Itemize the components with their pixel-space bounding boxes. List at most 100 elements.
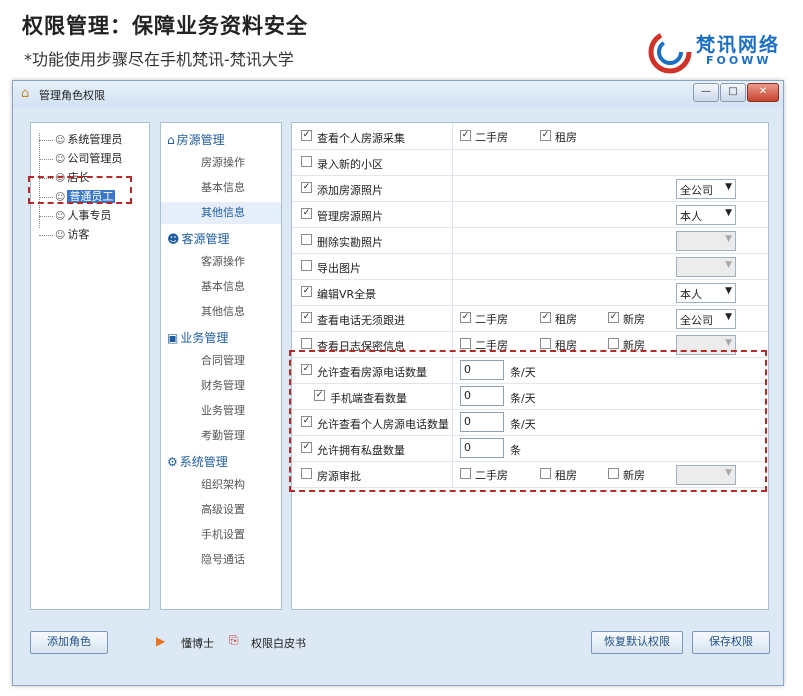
module-item[interactable]: 合同管理: [161, 350, 281, 372]
user-icon: ☺: [55, 154, 66, 165]
title-bar[interactable]: ⌂ 管理角色权限 — □ ✕: [13, 81, 783, 107]
option-checkbox[interactable]: [608, 338, 619, 349]
scope-select-value: 全公司: [680, 314, 713, 327]
tree-connector: [39, 215, 53, 217]
permission-checkbox[interactable]: ✓: [301, 208, 312, 219]
permission-row: ✓ 管理房源照片 本人 ▼: [292, 201, 768, 228]
minimize-button[interactable]: —: [693, 83, 719, 102]
chevron-down-icon: ▼: [725, 260, 732, 270]
option-label: 租房: [555, 131, 577, 144]
module-heading-label: 系统管理: [179, 455, 228, 469]
scope-select[interactable]: 全公司 ▼: [676, 309, 736, 329]
permission-checkbox[interactable]: [301, 156, 312, 167]
option-checkbox[interactable]: ✓: [540, 312, 551, 323]
banner-title: 权限管理：保障业务资料安全: [22, 14, 308, 38]
module-item[interactable]: 其他信息: [161, 301, 281, 323]
maximize-button[interactable]: □: [720, 83, 746, 102]
permission-row: ✓ 添加房源照片 全公司 ▼: [292, 175, 768, 202]
module-item[interactable]: 考勤管理: [161, 425, 281, 447]
window-title: 管理角色权限: [39, 89, 105, 102]
option-checkbox[interactable]: ✓: [460, 130, 471, 141]
module-item[interactable]: 组织架构: [161, 474, 281, 496]
scope-select-value: 本人: [680, 288, 702, 301]
whitepaper-link[interactable]: 权限白皮书: [251, 635, 306, 651]
tree-connector: [39, 158, 53, 160]
module-item[interactable]: 业务管理: [161, 400, 281, 422]
chevron-down-icon: ▼: [725, 234, 732, 244]
banner-subtitle: *功能使用步骤尽在手机梵讯-梵讯大学: [24, 50, 294, 69]
module-item[interactable]: 基本信息: [161, 276, 281, 298]
permission-checkbox[interactable]: ✓: [301, 182, 312, 193]
option-checkbox[interactable]: ✓: [460, 312, 471, 323]
logo-text-en: FOOWW: [706, 54, 772, 67]
option-checkbox[interactable]: [460, 338, 471, 349]
option-checkbox[interactable]: ✓: [608, 312, 619, 323]
banner: 权限管理：保障业务资料安全 *功能使用步骤尽在手机梵讯-梵讯大学 梵讯网络 FO…: [0, 0, 803, 78]
module-item[interactable]: 其他信息: [161, 202, 281, 224]
logo-mark-icon: [648, 30, 692, 74]
permission-label: 查看个人房源采集: [317, 132, 405, 145]
permission-label: 导出图片: [317, 262, 361, 275]
briefcase-icon: ▣: [167, 331, 179, 345]
video-icon: ▶: [156, 634, 166, 648]
close-button[interactable]: ✕: [747, 83, 779, 102]
permission-checkbox[interactable]: [301, 234, 312, 245]
role-label: 公司管理员: [67, 152, 123, 165]
permission-row: ✓ 查看电话无须跟进 ✓ 二手房 ✓ 租房 ✓ 新房 全公司 ▼: [292, 305, 768, 332]
permission-checkbox[interactable]: [301, 260, 312, 271]
person-icon: ☻: [167, 232, 180, 246]
permission-checkbox[interactable]: ✓: [301, 286, 312, 297]
scope-select-value: 全公司: [680, 184, 713, 197]
tree-connector: [39, 234, 53, 236]
permission-label: 录入新的小区: [317, 158, 383, 171]
tree-connector: [39, 139, 53, 141]
permission-checkbox[interactable]: ✓: [301, 130, 312, 141]
option-checkbox[interactable]: ✓: [540, 130, 551, 141]
chevron-down-icon: ▼: [725, 286, 732, 296]
home-icon: ⌂: [21, 86, 30, 101]
module-heading[interactable]: ☻ 客源管理: [167, 230, 230, 247]
permission-checkbox[interactable]: [301, 338, 312, 349]
role-item[interactable]: ☺ 系统管理员: [39, 131, 122, 148]
module-heading[interactable]: ▣ 业务管理: [167, 329, 228, 346]
module-item[interactable]: 财务管理: [161, 375, 281, 397]
option-label: 二手房: [475, 131, 508, 144]
module-heading[interactable]: ⌂ 房源管理: [167, 131, 225, 148]
restore-default-button[interactable]: 恢复默认权限: [591, 631, 683, 654]
brand-logo: 梵讯网络 FOOWW: [648, 28, 798, 74]
module-item[interactable]: 房源操作: [161, 152, 281, 174]
scope-select: ▼: [676, 257, 736, 277]
scope-select[interactable]: 本人 ▼: [676, 283, 736, 303]
module-item[interactable]: 手机设置: [161, 524, 281, 546]
module-heading[interactable]: ⚙ 系统管理: [167, 453, 228, 470]
role-label: 访客: [67, 228, 90, 241]
chevron-down-icon: ▼: [725, 208, 732, 218]
house-icon: ⌂: [167, 133, 175, 147]
save-permission-button[interactable]: 保存权限: [692, 631, 770, 654]
module-item[interactable]: 隐号通话: [161, 549, 281, 571]
gear-icon: ⚙: [167, 455, 178, 469]
user-icon: ☺: [55, 135, 66, 146]
permission-label: 删除实勘照片: [317, 236, 383, 249]
permission-label: 编辑VR全景: [317, 288, 377, 301]
module-heading-label: 房源管理: [176, 133, 225, 147]
permission-label: 查看电话无须跟进: [317, 314, 405, 327]
pdf-icon: ⎘: [229, 633, 239, 647]
option-label: 新房: [623, 313, 645, 326]
option-label: 二手房: [475, 313, 508, 326]
permission-checkbox[interactable]: ✓: [301, 312, 312, 323]
role-item[interactable]: ☺ 访客: [39, 226, 89, 243]
module-item[interactable]: 基本信息: [161, 177, 281, 199]
module-item[interactable]: 高级设置: [161, 499, 281, 521]
option-checkbox[interactable]: [540, 338, 551, 349]
role-label: 人事专员: [67, 209, 112, 222]
doctor-link[interactable]: 懂博士: [181, 635, 214, 651]
add-role-button[interactable]: 添加角色: [30, 631, 108, 654]
scope-select[interactable]: 全公司 ▼: [676, 179, 736, 199]
role-item[interactable]: ☺ 人事专员: [39, 207, 111, 224]
scope-select[interactable]: 本人 ▼: [676, 205, 736, 225]
role-item[interactable]: ☺ 公司管理员: [39, 150, 122, 167]
permission-row: 导出图片 ▼: [292, 253, 768, 280]
module-item[interactable]: 客源操作: [161, 251, 281, 273]
logo-text-cn: 梵讯网络: [696, 34, 781, 56]
